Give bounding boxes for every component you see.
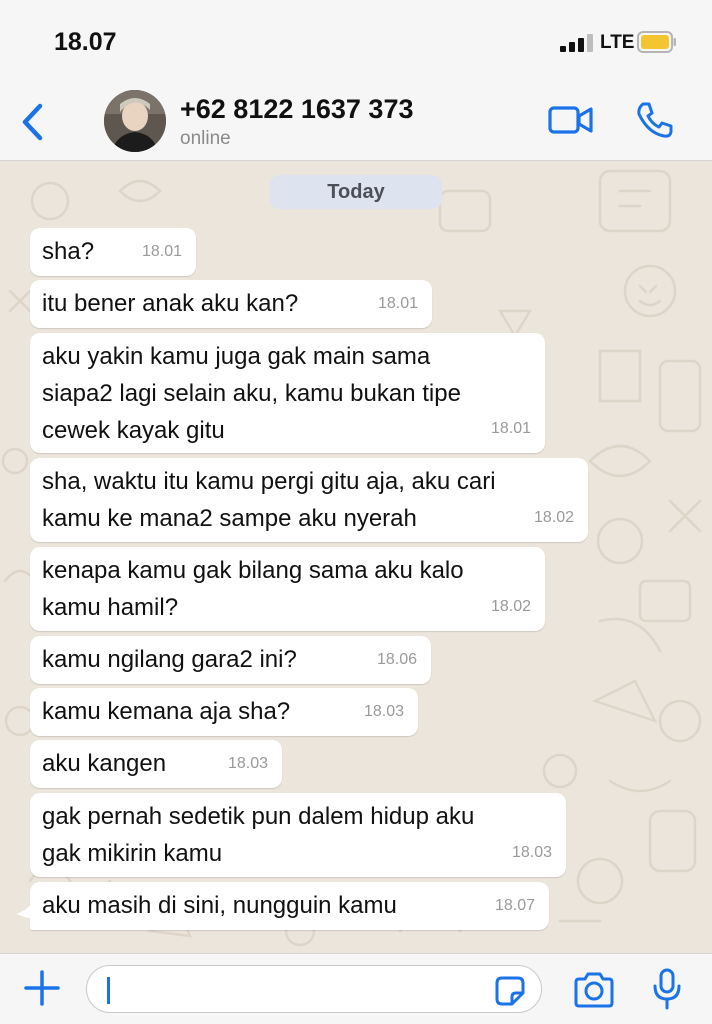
plus-icon[interactable] xyxy=(22,968,62,1008)
message-time: 18.03 xyxy=(227,755,268,772)
contact-status: online xyxy=(180,128,231,149)
message-text: kamu kemana aja sha? xyxy=(42,698,291,725)
date-separator: Today xyxy=(270,175,442,209)
camera-icon[interactable] xyxy=(572,970,616,1010)
message-time: 18.03 xyxy=(511,844,552,861)
message-bubble[interactable]: kamu ngilang gara2 ini? 18.06 xyxy=(30,636,431,684)
message-text: gak mikirin kamu xyxy=(42,840,223,867)
status-bar: 18.07 LTE xyxy=(0,0,712,80)
video-call-icon[interactable] xyxy=(548,102,594,138)
message-text: sha, waktu itu kamu pergi gitu aja, aku … xyxy=(42,468,496,495)
message-bubble[interactable]: sha? 18.01 xyxy=(30,228,196,276)
message-bubble[interactable]: aku kangen 18.03 xyxy=(30,740,282,788)
message-text: gak pernah sedetik pun dalem hidup aku xyxy=(42,803,475,830)
message-time: 18.02 xyxy=(533,509,574,526)
message-time: 18.02 xyxy=(490,598,531,615)
message-text: siapa2 lagi selain aku, kamu bukan tipe xyxy=(42,380,461,407)
message-text: itu bener anak aku kan? xyxy=(42,290,299,317)
message-time: 18.07 xyxy=(494,897,535,914)
message-text: aku masih di sini, nungguin kamu xyxy=(42,892,397,919)
message-time: 18.01 xyxy=(377,295,418,312)
message-bubble[interactable]: kenapa kamu gak bilang sama aku kalo kam… xyxy=(30,547,545,631)
signal-icon xyxy=(560,34,593,52)
back-chevron-icon[interactable] xyxy=(18,102,50,142)
message-time: 18.03 xyxy=(363,703,404,720)
message-time: 18.01 xyxy=(141,243,182,260)
message-text: kamu ke mana2 sampe aku nyerah xyxy=(42,505,417,532)
message-bubble[interactable]: aku yakin kamu juga gak main sama siapa2… xyxy=(30,333,545,453)
message-input[interactable] xyxy=(86,965,542,1013)
avatar-photo xyxy=(104,90,166,152)
message-input-bar xyxy=(0,953,712,1024)
message-text: cewek kayak gitu xyxy=(42,417,225,444)
message-bubble[interactable]: aku masih di sini, nungguin kamu 18.07 xyxy=(30,882,549,930)
message-text: kamu hamil? xyxy=(42,594,179,621)
phone-call-icon[interactable] xyxy=(634,100,674,140)
battery-icon xyxy=(637,31,676,53)
message-text: kamu ngilang gara2 ini? xyxy=(42,646,297,673)
chat-header: +62 8122 1637 373 online xyxy=(0,80,712,161)
status-time: 18.07 xyxy=(54,28,117,56)
contact-name[interactable]: +62 8122 1637 373 xyxy=(180,94,413,125)
contact-avatar[interactable] xyxy=(104,90,166,152)
sticker-icon[interactable] xyxy=(494,975,526,1007)
message-text: aku yakin kamu juga gak main sama xyxy=(42,343,431,370)
network-type: LTE xyxy=(600,32,635,53)
message-time: 18.06 xyxy=(376,651,417,668)
message-bubble[interactable]: kamu kemana aja sha? 18.03 xyxy=(30,688,418,736)
text-caret xyxy=(107,977,110,1004)
message-bubble[interactable]: gak pernah sedetik pun dalem hidup aku g… xyxy=(30,793,566,877)
message-bubble[interactable]: itu bener anak aku kan? 18.01 xyxy=(30,280,432,328)
message-text: kenapa kamu gak bilang sama aku kalo xyxy=(42,557,464,584)
message-bubble[interactable]: sha, waktu itu kamu pergi gitu aja, aku … xyxy=(30,458,588,542)
message-time: 18.01 xyxy=(490,420,531,437)
microphone-icon[interactable] xyxy=(652,968,682,1010)
